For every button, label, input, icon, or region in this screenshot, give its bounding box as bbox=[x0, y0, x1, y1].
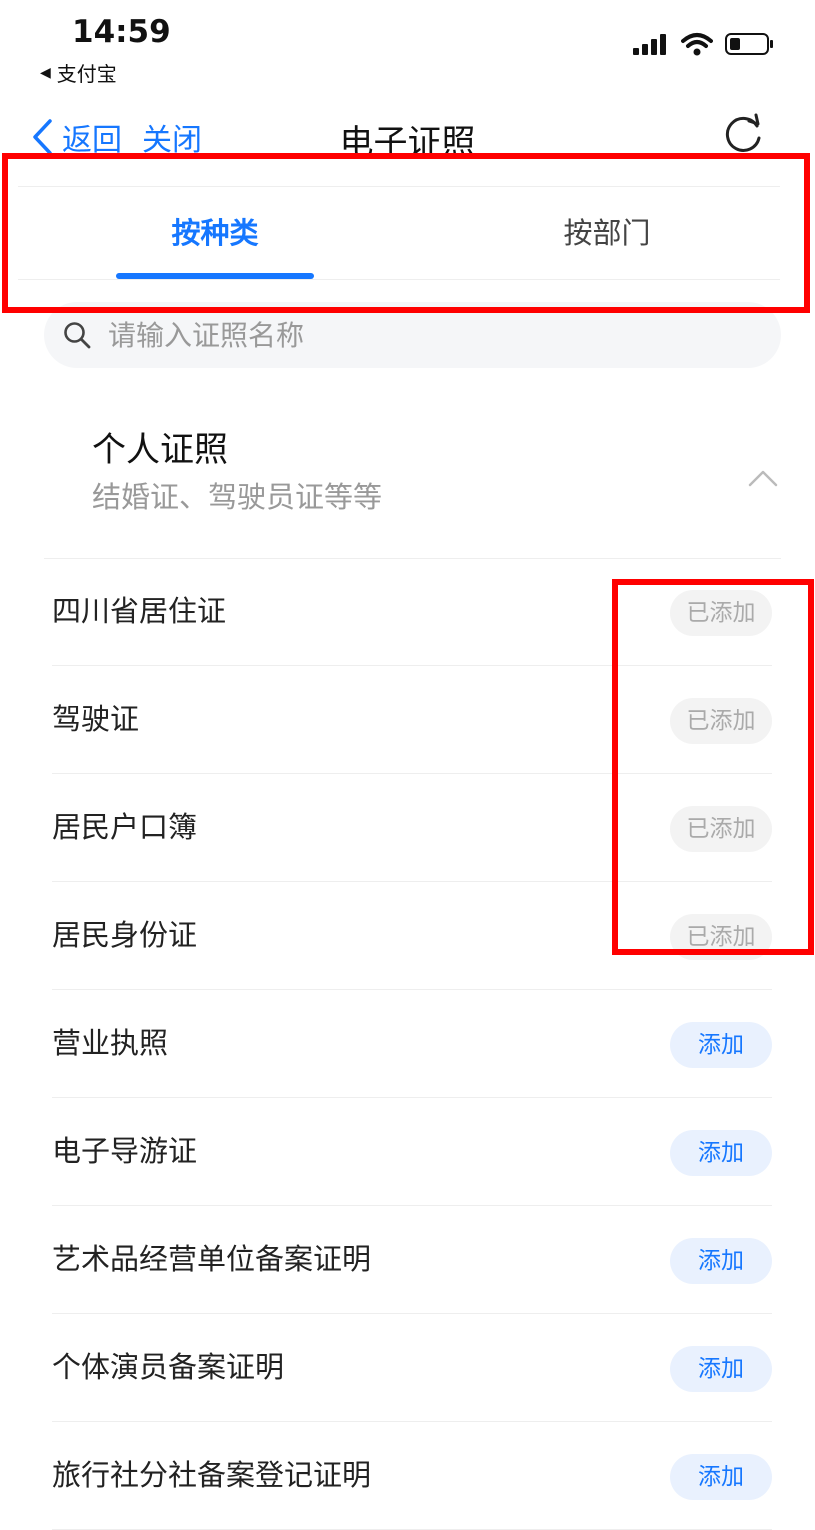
list-item[interactable]: 营业执照 添加 bbox=[52, 990, 772, 1098]
add-button[interactable]: 添加 bbox=[670, 1022, 772, 1068]
status-time: 14:59 bbox=[72, 14, 171, 50]
wifi-icon bbox=[681, 33, 713, 56]
item-name: 艺术品经营单位备案证明 bbox=[52, 1242, 372, 1276]
search-icon bbox=[62, 320, 92, 350]
list-item[interactable]: 旅行社分社备案登记证明 添加 bbox=[52, 1422, 772, 1530]
item-name: 驾驶证 bbox=[52, 702, 140, 736]
item-name: 居民身份证 bbox=[52, 918, 198, 952]
list-item[interactable]: 电子导游证 添加 bbox=[52, 1098, 772, 1206]
item-name: 营业执照 bbox=[52, 1026, 169, 1060]
status-icons bbox=[633, 32, 775, 56]
item-name: 居民户口簿 bbox=[52, 810, 198, 844]
item-name: 四川省居住证 bbox=[52, 594, 227, 628]
section-title: 个人证照 bbox=[92, 430, 228, 470]
item-name: 旅行社分社备案登记证明 bbox=[52, 1458, 372, 1492]
add-button[interactable]: 添加 bbox=[670, 1130, 772, 1176]
search-input[interactable] bbox=[106, 317, 710, 353]
section-header[interactable]: 个人证照 结婚证、驾驶员证等等 bbox=[44, 400, 781, 559]
battery-icon bbox=[725, 33, 773, 55]
add-button[interactable]: 添加 bbox=[670, 1454, 772, 1500]
section-subtitle: 结婚证、驾驶员证等等 bbox=[92, 480, 383, 514]
signal-icon bbox=[633, 34, 666, 55]
back-app-label: 支付宝 bbox=[56, 62, 117, 86]
item-name: 电子导游证 bbox=[52, 1134, 198, 1168]
back-triangle-icon: ◀ bbox=[40, 64, 51, 81]
tabs-highlight-box bbox=[2, 153, 810, 313]
back-to-app-link[interactable]: ◀ 支付宝 bbox=[40, 58, 117, 87]
list-item[interactable]: 个体演员备案证明 添加 bbox=[52, 1314, 772, 1422]
refresh-icon bbox=[725, 113, 761, 152]
chevron-up-icon[interactable] bbox=[747, 468, 779, 492]
item-name: 个体演员备案证明 bbox=[52, 1350, 285, 1384]
added-status-highlight-box bbox=[612, 579, 814, 955]
add-button[interactable]: 添加 bbox=[670, 1346, 772, 1392]
status-bar: 14:59 ◀ 支付宝 bbox=[0, 0, 815, 95]
list-item[interactable]: 艺术品经营单位备案证明 添加 bbox=[52, 1206, 772, 1314]
add-button[interactable]: 添加 bbox=[670, 1238, 772, 1284]
